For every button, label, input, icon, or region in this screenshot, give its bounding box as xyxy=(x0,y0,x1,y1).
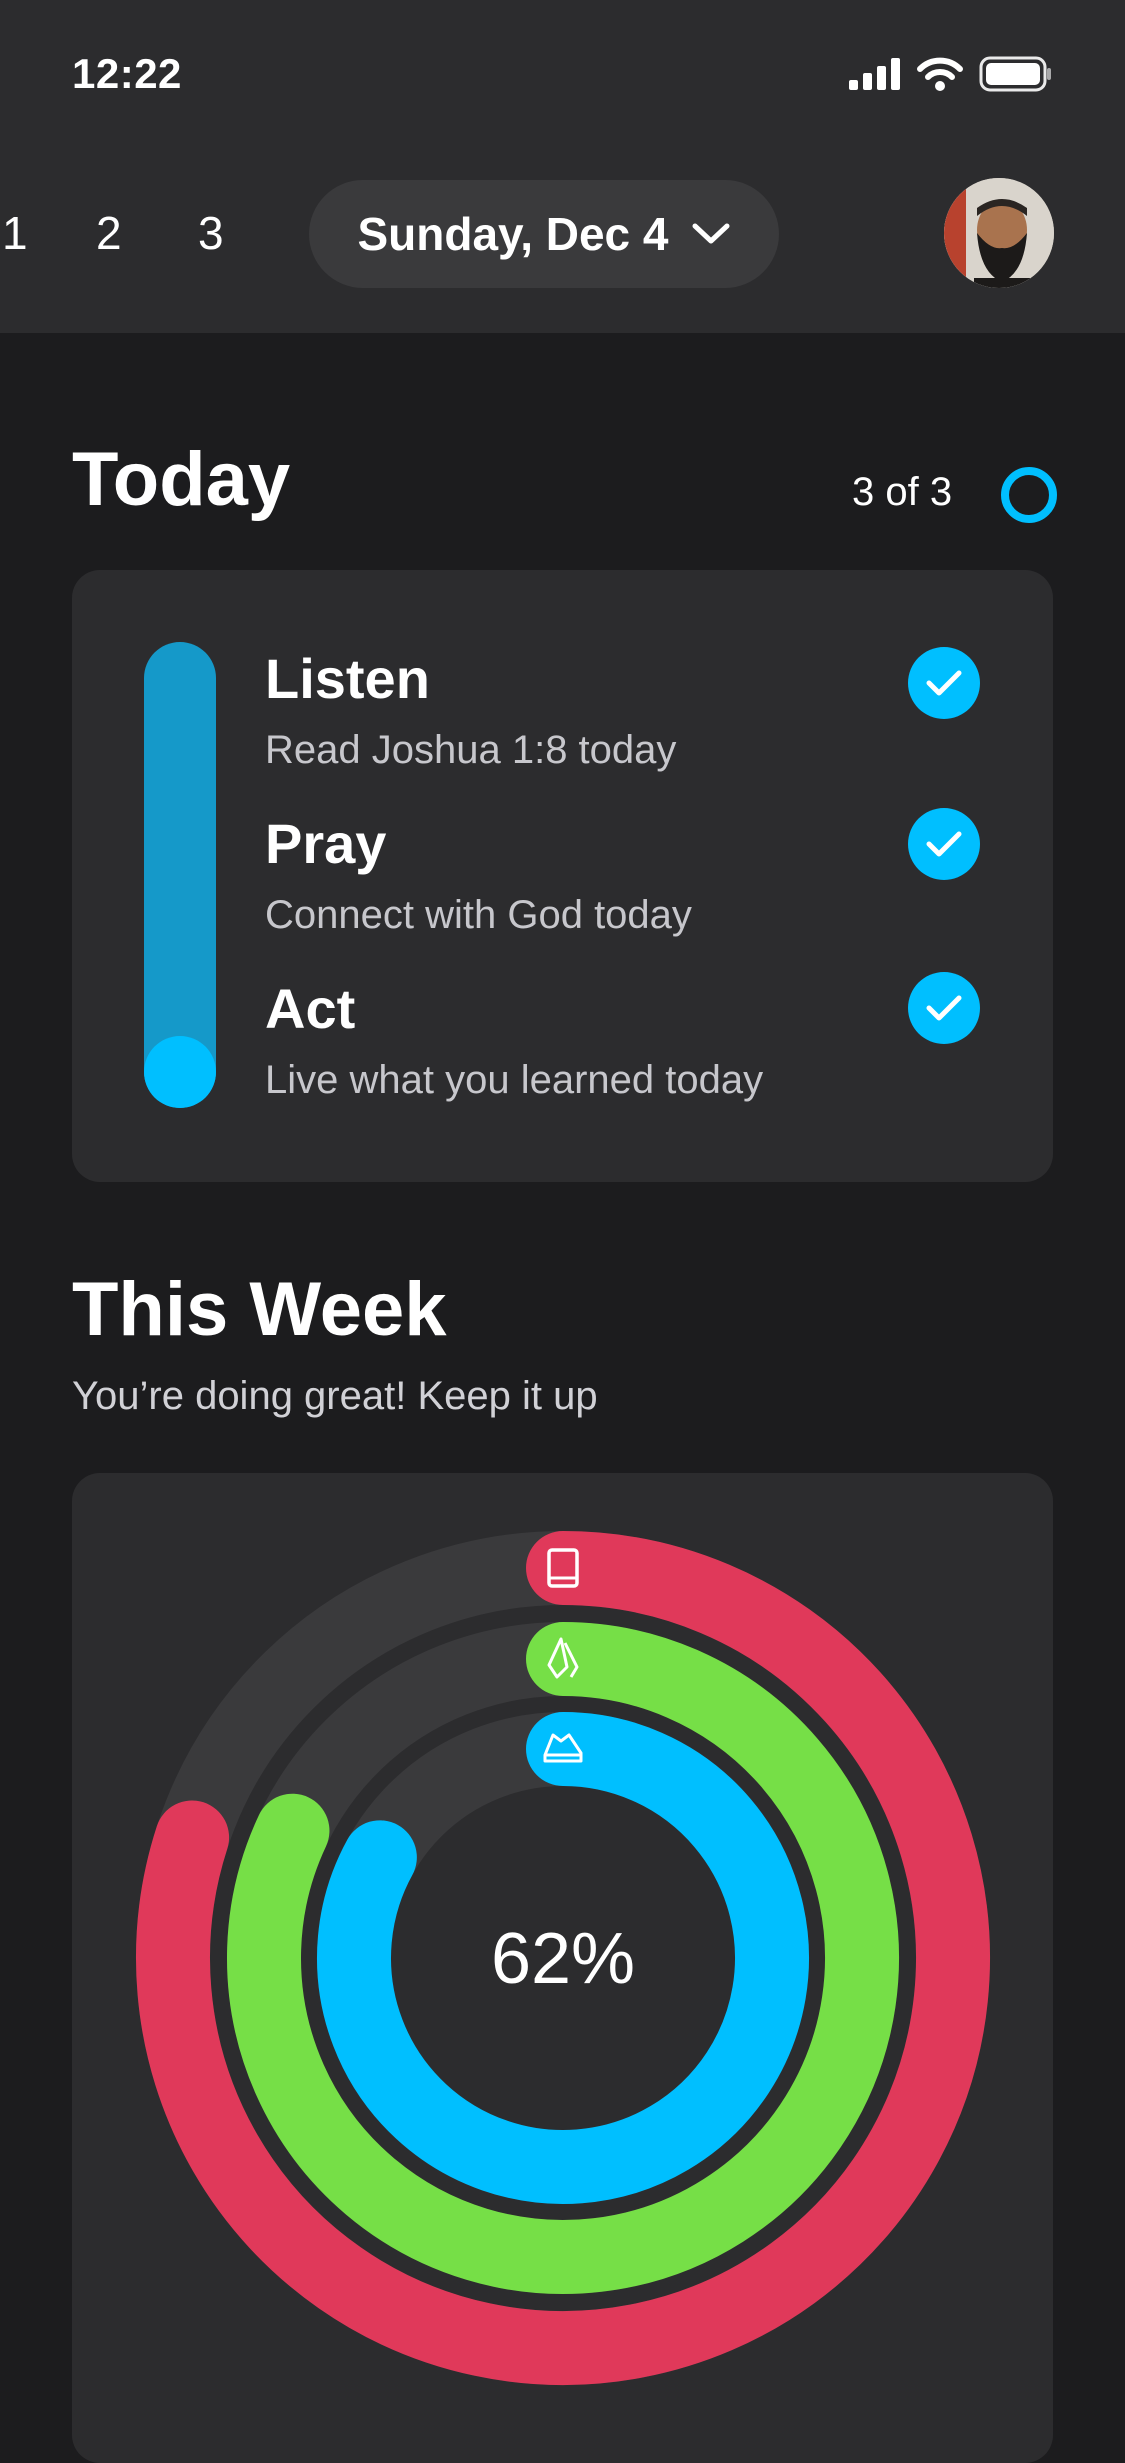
chevron-down-icon xyxy=(692,223,730,244)
this-week-title: This Week xyxy=(72,1267,447,1352)
wifi-icon xyxy=(917,57,963,91)
task-title: Pray xyxy=(265,812,387,875)
task-title: Act xyxy=(265,977,356,1040)
day-tab-1[interactable]: 1 xyxy=(2,206,28,260)
task-complete-checkbox[interactable] xyxy=(908,972,980,1044)
activity-rings: 62% xyxy=(136,1531,990,2385)
checkmark-icon xyxy=(926,670,962,696)
this-week-subtitle: You’re doing great! Keep it up xyxy=(72,1374,598,1418)
task-complete-checkbox[interactable] xyxy=(908,647,980,719)
checkmark-icon xyxy=(926,831,962,857)
ring-percent-label: 62% xyxy=(491,1919,635,1999)
cellular-signal-icon xyxy=(849,58,900,90)
task-subtitle: Connect with God today xyxy=(265,893,692,937)
task-subtitle: Read Joshua 1:8 today xyxy=(265,728,677,772)
status-icons xyxy=(849,56,1053,92)
task-complete-checkbox[interactable] xyxy=(908,808,980,880)
checkmark-icon xyxy=(926,995,962,1021)
top-bar: 12:22 1 2 3 Sunday, Dec 4 xyxy=(0,0,1125,333)
battery-icon xyxy=(979,56,1051,92)
today-title: Today xyxy=(72,437,291,522)
progress-ring-icon xyxy=(1001,467,1057,523)
day-tab-2[interactable]: 2 xyxy=(96,206,122,260)
date-label: Sunday, Dec 4 xyxy=(357,208,669,260)
today-progress-bar-knob xyxy=(144,1036,216,1108)
status-time: 12:22 xyxy=(72,50,182,97)
day-tab-3[interactable]: 3 xyxy=(198,206,224,260)
task-title: Listen xyxy=(265,647,430,710)
date-picker-button[interactable]: Sunday, Dec 4 xyxy=(309,180,779,288)
avatar[interactable] xyxy=(944,178,1054,288)
today-progress-text: 3 of 3 xyxy=(852,470,953,514)
profile-photo xyxy=(944,178,1054,288)
task-subtitle: Live what you learned today xyxy=(265,1058,764,1102)
